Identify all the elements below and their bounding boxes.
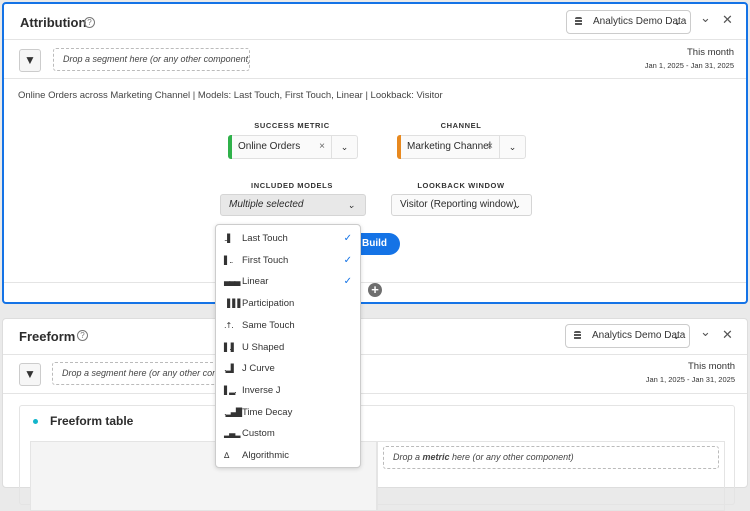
checkmark-icon: ✓ — [343, 233, 352, 244]
database-icon — [575, 17, 582, 26]
checkmark-icon: ✓ — [343, 276, 352, 288]
status-dot-icon — [33, 419, 38, 424]
add-panel-icon[interactable]: + — [368, 283, 382, 297]
clear-icon[interactable]: × — [319, 136, 325, 158]
datasource-label: Analytics Demo Data — [593, 16, 687, 27]
segment-filter-button[interactable]: ▼ — [19, 49, 41, 72]
divider — [3, 393, 747, 394]
database-icon — [574, 331, 581, 340]
included-models-value: Multiple selected — [229, 199, 304, 210]
model-option-label: Algorithmic — [242, 450, 289, 461]
date-range[interactable]: Jan 1, 2025 - Jan 31, 2025 — [646, 375, 735, 384]
chevron-down-icon: ⌄ — [673, 17, 681, 27]
lookback-window-value: Visitor (Reporting window) — [400, 199, 517, 210]
divider — [4, 39, 746, 40]
model-option-label: Same Touch — [242, 319, 295, 331]
chevron-down-icon: ⌄ — [513, 200, 521, 210]
segment-filter-button[interactable]: ▼ — [19, 363, 41, 386]
model-option-j-curve[interactable]: .▂▌ J Curve — [216, 358, 360, 379]
u-shaped-icon: ▌.▌ — [224, 342, 237, 352]
model-option-linear[interactable]: ▄▄▄ Linear ✓ — [216, 271, 360, 292]
datasource-select[interactable]: Analytics Demo Data ⌄ — [565, 324, 690, 348]
summary-text: Online Orders across Marketing Channel |… — [18, 90, 443, 101]
chevron-down-icon[interactable]: ⌄ — [499, 136, 525, 158]
included-models-label: INCLUDED MODELS — [251, 181, 333, 190]
collapse-chevron-icon[interactable]: ⌄ — [700, 10, 711, 26]
channel-field[interactable]: Marketing Channel × ⌄ — [397, 135, 526, 159]
first-touch-icon: ▌.. — [224, 255, 233, 265]
collapse-chevron-icon[interactable]: ⌄ — [700, 324, 711, 340]
channel-value: Marketing Channel — [407, 141, 491, 152]
lookback-window-select[interactable]: Visitor (Reporting window) ⌄ — [391, 194, 532, 216]
freeform-panel: Freeform ? Analytics Demo Data ⌄ ⌄ ✕ ▼ Dr… — [2, 318, 748, 511]
model-option-time-decay[interactable]: .▂▄█ Time Decay — [216, 402, 360, 423]
close-icon[interactable]: ✕ — [722, 327, 733, 343]
model-option-inverse-j[interactable]: ▌▂. Inverse J — [216, 380, 360, 401]
model-option-custom[interactable]: ▂▄▂ Custom — [216, 423, 360, 444]
chevron-down-icon[interactable]: ⌄ — [331, 136, 357, 158]
segment-drop-zone[interactable]: Drop a segment here (or any other compon… — [52, 362, 242, 385]
close-icon[interactable]: ✕ — [722, 12, 733, 28]
attribution-panel: Attribution ? Analytics Demo Data ⌄ ⌄ ✕ ▼… — [2, 2, 748, 304]
help-icon[interactable]: ? — [84, 17, 95, 28]
model-option-label: Linear — [242, 276, 269, 288]
date-label[interactable]: This month — [687, 47, 734, 58]
panel-title: Freeform — [19, 329, 76, 344]
date-range[interactable]: Jan 1, 2025 - Jan 31, 2025 — [645, 61, 734, 70]
model-option-label: First Touch — [242, 254, 289, 266]
divider — [3, 354, 747, 355]
model-option-algorithmic[interactable]: ∆ Algorithmic — [216, 445, 360, 466]
inverse-j-icon: ▌▂. — [224, 385, 237, 395]
success-metric-label: SUCCESS METRIC — [254, 121, 330, 130]
lookback-window-label: LOOKBACK WINDOW — [417, 181, 505, 190]
model-option-label: Last Touch — [242, 233, 288, 244]
included-models-select[interactable]: Multiple selected ⌄ — [220, 194, 366, 216]
model-option-participation[interactable]: ▐▐▐ Participation — [216, 293, 360, 314]
segment-drop-zone[interactable]: Drop a segment here (or any other compon… — [53, 48, 250, 71]
last-touch-icon: ..▌ — [224, 234, 233, 243]
included-models-menu: ..▌ Last Touch ✓ ▌.. First Touch ✓ ▄▄▄ Linear ✓ ▐… — [215, 224, 361, 468]
panel-title: Attribution — [20, 15, 87, 30]
model-option-label: Inverse J — [242, 384, 281, 396]
algorithmic-icon: ∆ — [224, 451, 229, 460]
date-label[interactable]: This month — [688, 361, 735, 372]
datasource-label: Analytics Demo Data — [592, 330, 686, 341]
chevron-down-icon: ⌄ — [347, 200, 355, 210]
model-option-label: U Shaped — [242, 341, 285, 353]
datasource-select[interactable]: Analytics Demo Data ⌄ — [566, 10, 691, 34]
custom-icon: ▂▄▂ — [224, 429, 241, 439]
clear-icon[interactable]: × — [487, 136, 493, 158]
model-option-u-shaped[interactable]: ▌.▌ U Shaped — [216, 337, 360, 358]
model-option-same-touch[interactable]: .↑. Same Touch — [216, 315, 360, 336]
j-curve-icon: .▂▌ — [224, 364, 237, 374]
model-option-label: Time Decay — [242, 406, 293, 418]
divider — [4, 78, 746, 79]
chevron-down-icon: ⌄ — [672, 331, 680, 341]
model-option-label: Participation — [242, 298, 295, 310]
metric-column: Drop a metric here (or any other compone… — [377, 441, 725, 511]
freeform-table-container: Freeform table Drop a metric here (or an… — [19, 405, 735, 511]
help-icon[interactable]: ? — [77, 330, 88, 341]
checkmark-icon: ✓ — [343, 254, 352, 266]
success-metric-field[interactable]: Online Orders × ⌄ — [228, 135, 358, 159]
same-touch-icon: .↑. — [224, 320, 234, 330]
model-option-label: Custom — [242, 428, 275, 440]
model-option-first-touch[interactable]: ▌.. First Touch ✓ — [216, 250, 360, 271]
metric-drop-zone[interactable]: Drop a metric here (or any other compone… — [383, 446, 719, 469]
success-metric-value: Online Orders — [238, 141, 301, 152]
time-decay-icon: .▂▄█ — [224, 407, 242, 417]
channel-label: CHANNEL — [440, 121, 482, 130]
participation-icon: ▐▐▐ — [224, 299, 241, 309]
linear-icon: ▄▄▄ — [224, 277, 241, 287]
table-title[interactable]: Freeform table — [50, 414, 133, 428]
model-option-last-touch[interactable]: ..▌ Last Touch ✓ — [216, 228, 360, 249]
model-option-label: J Curve — [242, 363, 275, 375]
